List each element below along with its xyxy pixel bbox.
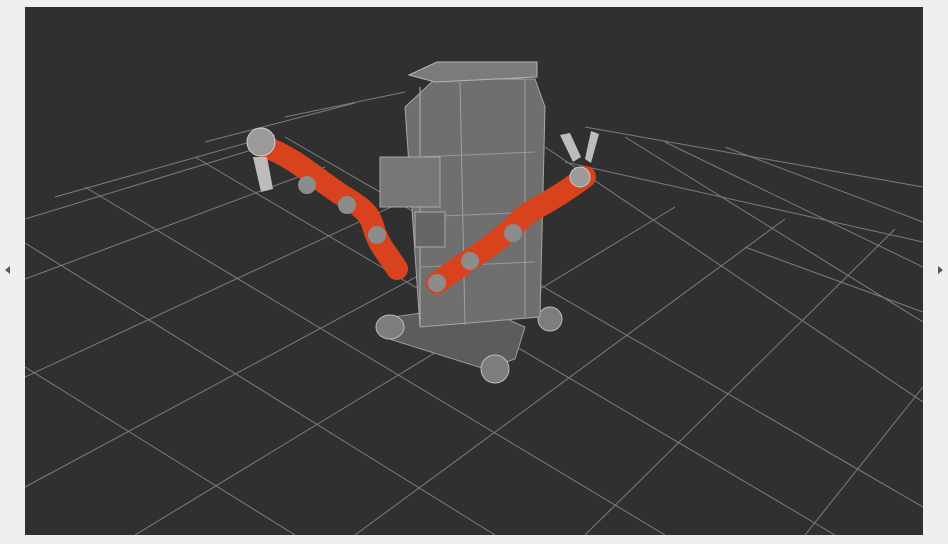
triangle-right-icon [938,266,943,274]
scene-canvas[interactable] [25,7,923,535]
triangle-left-icon [5,266,10,274]
3d-viewport[interactable] [25,7,923,535]
collapse-right-panel-button[interactable] [934,262,946,278]
collapse-left-panel-button[interactable] [2,262,14,278]
